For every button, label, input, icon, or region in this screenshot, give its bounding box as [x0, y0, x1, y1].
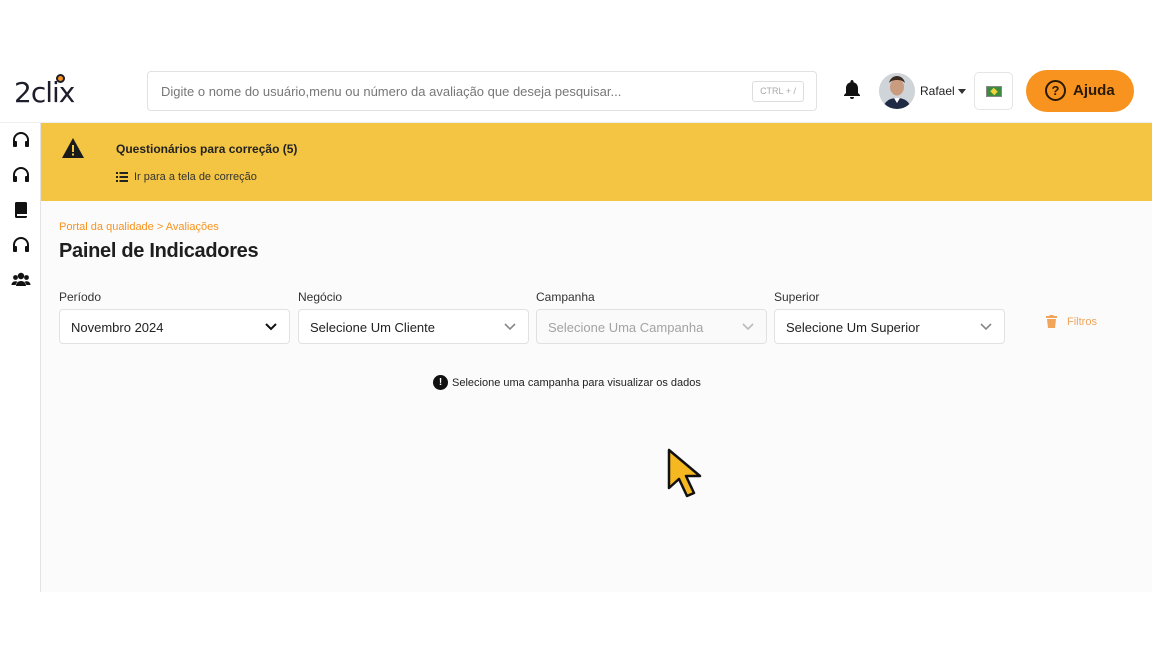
- page-title: Painel de Indicadores: [59, 240, 259, 262]
- trash-icon: [1046, 315, 1057, 328]
- shortcut-badge: CTRL + /: [752, 81, 804, 102]
- period-select[interactable]: Novembro 2024: [59, 309, 290, 344]
- superior-label: Superior: [774, 290, 820, 304]
- period-label: Período: [59, 290, 102, 304]
- go-to-correction-label: Ir para a tela de correção: [134, 171, 257, 183]
- breadcrumb[interactable]: Portal da qualidade > Avaliações: [59, 221, 219, 233]
- help-button[interactable]: ? Ajuda: [1026, 70, 1134, 112]
- list-icon: [116, 172, 128, 182]
- bell-icon[interactable]: [840, 78, 864, 102]
- logo[interactable]: 2clix: [14, 74, 94, 110]
- business-value: Selecione Um Cliente: [310, 320, 436, 335]
- headset-icon[interactable]: [11, 165, 31, 185]
- caret-down-icon[interactable]: [958, 89, 966, 94]
- chevron-down-icon: [504, 323, 516, 331]
- info-text: Selecione uma campanha para visualizar o…: [452, 377, 701, 389]
- campaign-label: Campanha: [536, 290, 595, 304]
- brazil-flag-icon: [986, 86, 1002, 97]
- campaign-value: Selecione Uma Campanha: [548, 320, 704, 335]
- chevron-down-icon: [742, 323, 754, 331]
- search-placeholder: Digite o nome do usuário,menu ou número …: [161, 84, 622, 99]
- warning-icon: [62, 138, 84, 158]
- period-value: Novembro 2024: [71, 320, 164, 335]
- correction-alert: Questionários para correção (5) Ir para …: [41, 123, 1152, 201]
- clear-filters-button[interactable]: Filtros: [1044, 314, 1106, 334]
- campaign-select[interactable]: Selecione Uma Campanha: [536, 309, 767, 344]
- search-input[interactable]: Digite o nome do usuário,menu ou número …: [147, 71, 817, 111]
- user-name[interactable]: Rafael: [920, 84, 955, 98]
- business-label: Negócio: [298, 290, 343, 304]
- help-label: Ajuda: [1073, 82, 1115, 99]
- go-to-correction-link[interactable]: Ir para a tela de correção: [116, 171, 257, 183]
- avatar-image: [879, 73, 915, 109]
- logo-text: 2clix: [14, 76, 75, 109]
- logo-dot-icon: [56, 74, 65, 83]
- sidebar: [0, 123, 41, 592]
- alert-title: Questionários para correção (5): [116, 142, 298, 156]
- headset-icon[interactable]: [11, 130, 31, 150]
- chevron-down-icon: [265, 323, 277, 331]
- book-icon[interactable]: [11, 200, 31, 220]
- mouse-cursor-icon: [667, 448, 702, 498]
- business-select[interactable]: Selecione Um Cliente: [298, 309, 529, 344]
- language-button[interactable]: [974, 72, 1013, 110]
- question-circle-icon: ?: [1045, 80, 1066, 101]
- filters-label: Filtros: [1067, 316, 1097, 328]
- superior-value: Selecione Um Superior: [786, 320, 920, 335]
- chevron-down-icon: [980, 323, 992, 331]
- headset-icon[interactable]: [11, 235, 31, 255]
- avatar[interactable]: [879, 73, 915, 109]
- top-bar: 2clix Digite o nome do usuário,menu ou n…: [0, 60, 1152, 123]
- users-icon[interactable]: [11, 270, 31, 290]
- superior-select[interactable]: Selecione Um Superior: [774, 309, 1005, 344]
- app-window: 2clix Digite o nome do usuário,menu ou n…: [0, 60, 1152, 592]
- exclamation-circle-icon: !: [433, 375, 448, 390]
